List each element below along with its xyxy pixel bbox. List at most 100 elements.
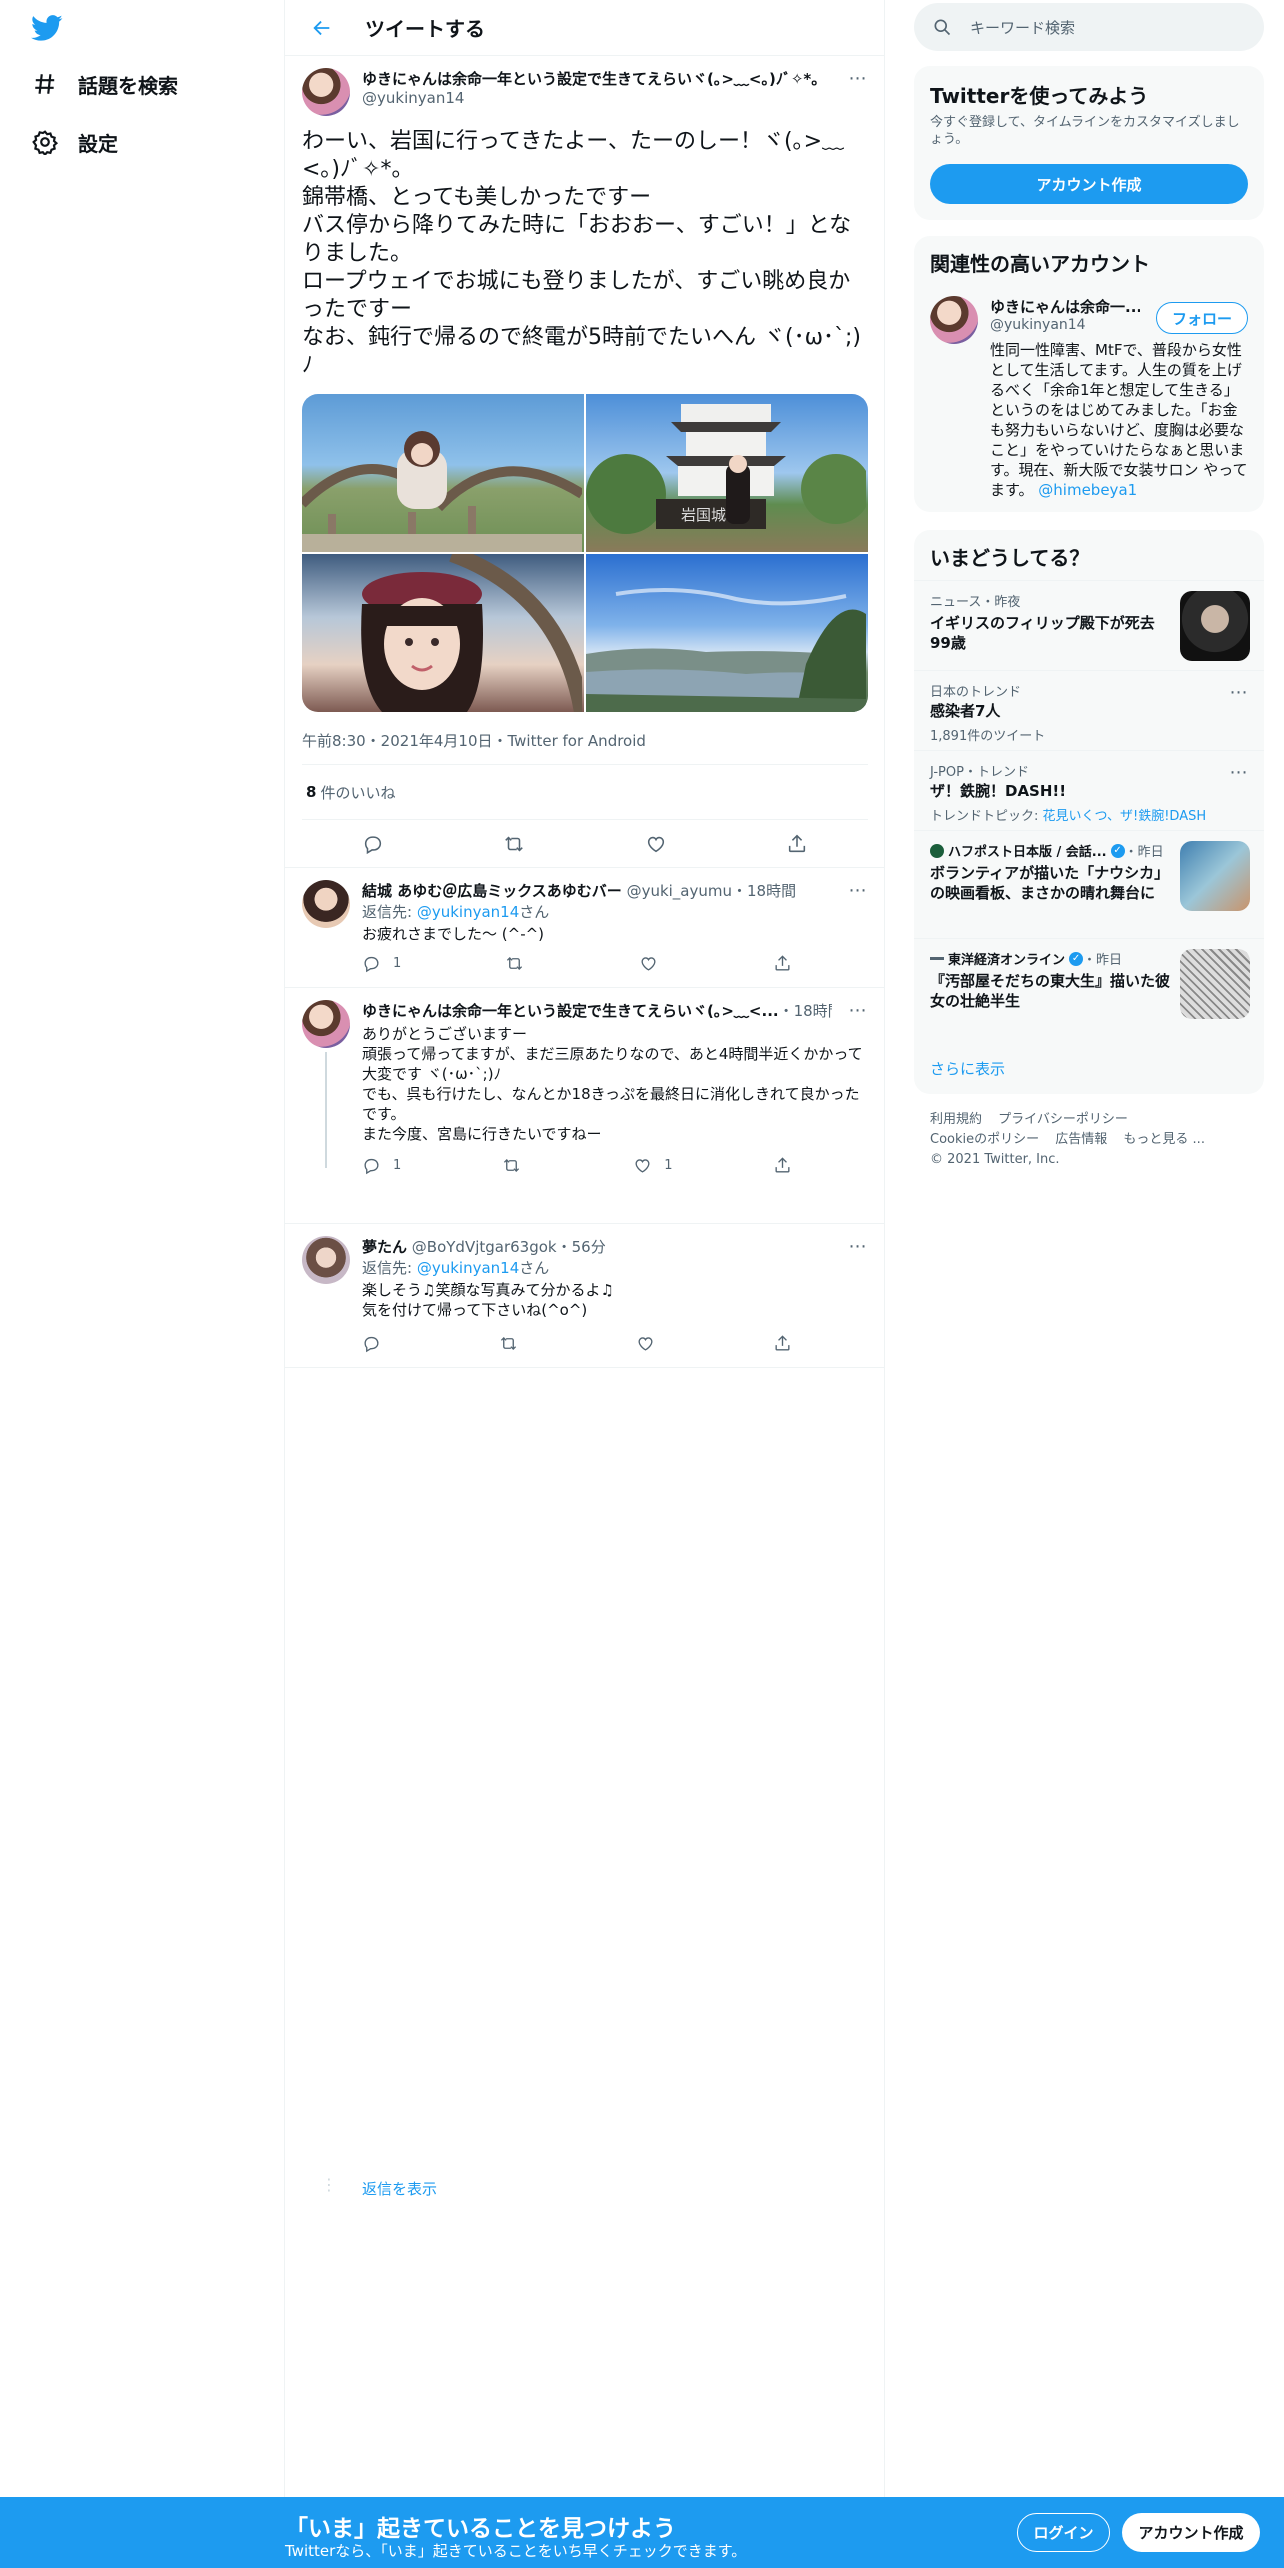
thread-line (325, 1052, 327, 1168)
author-handle[interactable]: @BoYdVjtgar63gok (412, 1238, 557, 1256)
photo-castle[interactable]: 岩国城 (586, 394, 868, 552)
share-button[interactable] (773, 1156, 792, 1175)
author-handle[interactable]: @yuki_ayumu (627, 882, 732, 900)
avatar[interactable] (302, 880, 350, 928)
nav-explore[interactable]: 話題を検索 (32, 64, 178, 104)
reply-to: 返信先: @yukinyan14さん (362, 901, 549, 922)
follow-button[interactable]: フォロー (1156, 302, 1248, 334)
trend-time: ・昨日 (1083, 953, 1123, 968)
reply-time[interactable]: ・56分 (557, 1238, 606, 1256)
photo-sign: 岩国城 (681, 506, 726, 524)
reply-to: 返信先: @yukinyan14さん (362, 1257, 549, 1278)
reply-icon (364, 956, 379, 973)
search-input[interactable]: キーワード検索 (970, 17, 1075, 38)
retweet-button[interactable] (499, 1334, 530, 1353)
retweet-button[interactable] (505, 954, 536, 973)
likes-count[interactable]: 8 件のいいね (302, 764, 868, 820)
nav-label: 話題を検索 (78, 73, 178, 98)
share-button[interactable] (786, 833, 808, 855)
reply-actions (362, 1334, 792, 1353)
login-button[interactable]: ログイン (1017, 2513, 1110, 2552)
retweet-button[interactable] (503, 833, 525, 855)
reply-tweet[interactable]: 結城 あゆむ＠広島ミックスあゆむバー @yuki_ayumu・18時間 ⋯ 返信… (285, 868, 885, 988)
footer-link[interactable]: 広告情報 (1055, 1132, 1107, 1147)
reply-tweet[interactable]: ゆきにゃんは余命一年という設定で生きてえらいヾ(｡>﹏<...・18時間 ⋯ あ… (285, 988, 885, 2198)
back-button[interactable] (305, 11, 339, 45)
search-box[interactable]: キーワード検索 (914, 3, 1264, 51)
photo-bridge[interactable] (302, 394, 584, 552)
reply-button[interactable]: 1 (362, 1156, 401, 1175)
source-logo-icon (930, 843, 944, 858)
hashtag-icon (32, 71, 58, 97)
retweet-button[interactable] (502, 1156, 533, 1175)
avatar[interactable] (302, 1236, 350, 1284)
create-account-button[interactable]: アカウント作成 (930, 164, 1248, 204)
trend-item[interactable]: ニュース・昨夜 イギリスのフィリップ殿下が死去 99歳 (914, 580, 1264, 670)
more-icon[interactable]: ⋯ (1228, 761, 1250, 783)
author-name[interactable]: ゆきにゃんは余命一年という設定で生きてえらいヾ(｡>﹏<... (362, 1002, 779, 1020)
trend-item[interactable]: J-POP・トレンド ザ！鉄腕！DASH!! トレンドトピック: 花見いくつ、ザ… (914, 750, 1264, 830)
share-button[interactable] (773, 954, 792, 973)
author-name[interactable]: 夢たん (362, 1238, 407, 1256)
photo-selfie[interactable] (302, 554, 584, 712)
create-account-button[interactable]: アカウント作成 (1122, 2513, 1260, 2552)
author-handle[interactable]: @yukinyan14 (362, 89, 464, 107)
tweet-media-grid: 岩国城 (302, 394, 868, 712)
trend-source: 東洋経済オンライン (948, 953, 1066, 968)
more-icon[interactable]: ⋯ (847, 879, 869, 901)
avatar[interactable] (930, 296, 978, 344)
reply-to-prefix: 返信先: (362, 903, 417, 921)
avatar[interactable] (302, 1000, 350, 1048)
reply-to-handle[interactable]: @yukinyan14 (417, 1259, 519, 1277)
share-button[interactable] (773, 1334, 792, 1353)
author-name[interactable]: 結城 あゆむ＠広島ミックスあゆむバー (362, 882, 622, 900)
reply-button[interactable] (362, 1334, 393, 1353)
reply-button[interactable] (362, 833, 384, 855)
footer-link[interactable]: Cookieのポリシー (930, 1132, 1039, 1147)
tweet-timestamp[interactable]: 午前8:30・2021年4月10日・Twitter for Android (302, 730, 646, 751)
share-icon (775, 1335, 790, 1351)
more-icon[interactable]: ⋯ (1228, 681, 1250, 703)
reply-to-handle[interactable]: @yukinyan14 (417, 903, 519, 921)
like-button[interactable] (636, 1334, 667, 1353)
trend-item[interactable]: 日本のトレンド 感染者7人 1,891件のツイート ⋯ (914, 670, 1264, 750)
trend-title: イギリスのフィリップ殿下が死去 99歳 (930, 614, 1155, 652)
signup-card: Twitterを使ってみよう 今すぐ登録して、タイムラインをカスタマイズしましょ… (914, 66, 1264, 220)
more-icon[interactable]: ⋯ (847, 999, 869, 1021)
trend-context: 東洋経済オンライン ✓ ・昨日 (930, 949, 1122, 968)
reply-time[interactable]: ・18時間 (732, 882, 796, 900)
author-name[interactable]: ゆきにゃんは余命一年という設定で生きてえらいヾ(｡>﹏<｡)ﾉﾞ✧*。 (362, 68, 832, 89)
reply-to-suffix: さん (519, 903, 550, 921)
thread-dots: ⋮ (321, 2175, 337, 2194)
heart-icon (635, 1159, 650, 1173)
twitter-bird-icon[interactable] (28, 12, 66, 44)
show-replies-link[interactable]: 返信を表示 (362, 2178, 437, 2199)
like-count: 1 (664, 1158, 673, 1173)
show-more-link[interactable]: さらに表示 (930, 1058, 1005, 1079)
reply-time[interactable]: ・18時間 (779, 1002, 832, 1020)
signup-title: Twitterを使ってみよう (930, 84, 1149, 108)
footer-link[interactable]: もっと見る ... (1123, 1132, 1205, 1147)
more-icon[interactable]: ⋯ (847, 67, 869, 89)
photo-view[interactable] (586, 554, 868, 712)
like-button[interactable] (645, 833, 667, 855)
related-handle[interactable]: @yukinyan14 (990, 317, 1086, 333)
reply-button[interactable]: 1 (362, 954, 401, 973)
avatar[interactable] (302, 68, 350, 116)
related-title: 関連性の高いアカウント (930, 252, 1150, 276)
nav-settings[interactable]: 設定 (32, 122, 118, 162)
like-button[interactable]: 1 (633, 1156, 673, 1175)
related-name[interactable]: ゆきにゃんは余命一... (990, 296, 1140, 317)
footer-link[interactable]: プライバシーポリシー (998, 1112, 1128, 1127)
search-icon (934, 19, 951, 36)
trend-sub-link[interactable]: 花見いくつ、ザ!鉄腕!DASH (1043, 809, 1207, 824)
more-icon[interactable]: ⋯ (847, 1235, 869, 1257)
trend-title: ボランティアが描いた「ナウシカ」の映画看板、まさかの晴れ舞台に (930, 864, 1170, 902)
reply-tweet[interactable]: 夢たん @BoYdVjtgar63gok・56分 ⋯ 返信先: @yukinya… (285, 1224, 885, 1368)
trend-source: ハフポスト日本版 / 会話... (948, 845, 1107, 860)
footer-link[interactable]: 利用規約 (930, 1112, 982, 1127)
like-button[interactable] (639, 954, 670, 973)
trend-item[interactable]: ハフポスト日本版 / 会話... ✓ ・昨日 ボランティアが描いた「ナウシカ」の… (914, 830, 1264, 938)
trend-item[interactable]: 東洋経済オンライン ✓ ・昨日 『汚部屋そだちの東大生』描いた彼女の壮絶半生 (914, 938, 1264, 1030)
bio-link[interactable]: @himebeya1 (1038, 481, 1137, 499)
